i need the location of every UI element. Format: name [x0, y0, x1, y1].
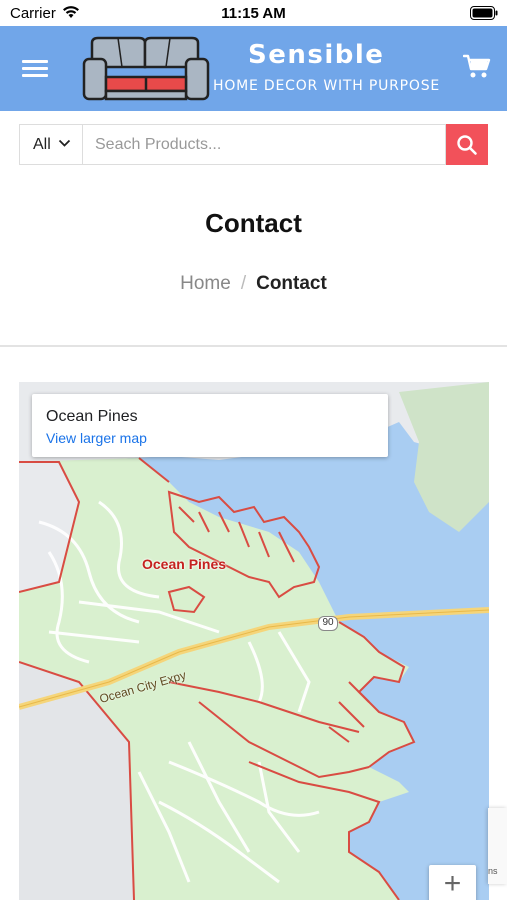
category-dropdown[interactable]: All: [19, 124, 83, 165]
recaptcha-badge[interactable]: ns: [488, 808, 507, 884]
map-info-card: Ocean Pines View larger map: [32, 394, 388, 457]
map-place-label: Ocean Pines: [142, 556, 227, 572]
map-zoom-in-button[interactable]: +: [429, 865, 476, 900]
view-larger-map-link[interactable]: View larger map: [46, 430, 147, 446]
section-divider: [0, 345, 507, 347]
map-tiles[interactable]: [19, 382, 489, 900]
brand-name: Sensible: [248, 40, 385, 70]
shopping-cart-icon[interactable]: [463, 54, 491, 80]
hamburger-menu-icon[interactable]: [22, 57, 48, 79]
embedded-map[interactable]: Ocean Pines View larger map Ocean Pines …: [19, 382, 489, 900]
breadcrumb-home-link[interactable]: Home: [180, 273, 231, 294]
status-time: 11:15 AM: [221, 5, 286, 22]
route-shield: 90: [318, 616, 338, 631]
search-button[interactable]: [446, 124, 488, 165]
brand-tagline: HOME DECOR WITH PURPOSE: [213, 78, 441, 94]
app-header: Sensible HOME DECOR WITH PURPOSE: [0, 26, 507, 111]
search-input[interactable]: [83, 124, 446, 165]
chevron-down-icon: [58, 139, 71, 147]
status-bar: Carrier 11:15 AM: [0, 0, 507, 26]
battery-icon: [470, 6, 498, 20]
map-place-title: Ocean Pines: [46, 408, 138, 425]
sofa-logo-icon[interactable]: [82, 35, 210, 101]
breadcrumb: Home / Contact: [0, 273, 507, 295]
search-bar: All: [19, 124, 488, 165]
search-icon: [457, 135, 477, 155]
breadcrumb-current: Contact: [256, 273, 327, 294]
category-selected-value: All: [33, 136, 51, 153]
page-title: Contact: [205, 208, 302, 238]
breadcrumb-separator: /: [240, 273, 247, 294]
recaptcha-text: ns: [488, 866, 498, 876]
